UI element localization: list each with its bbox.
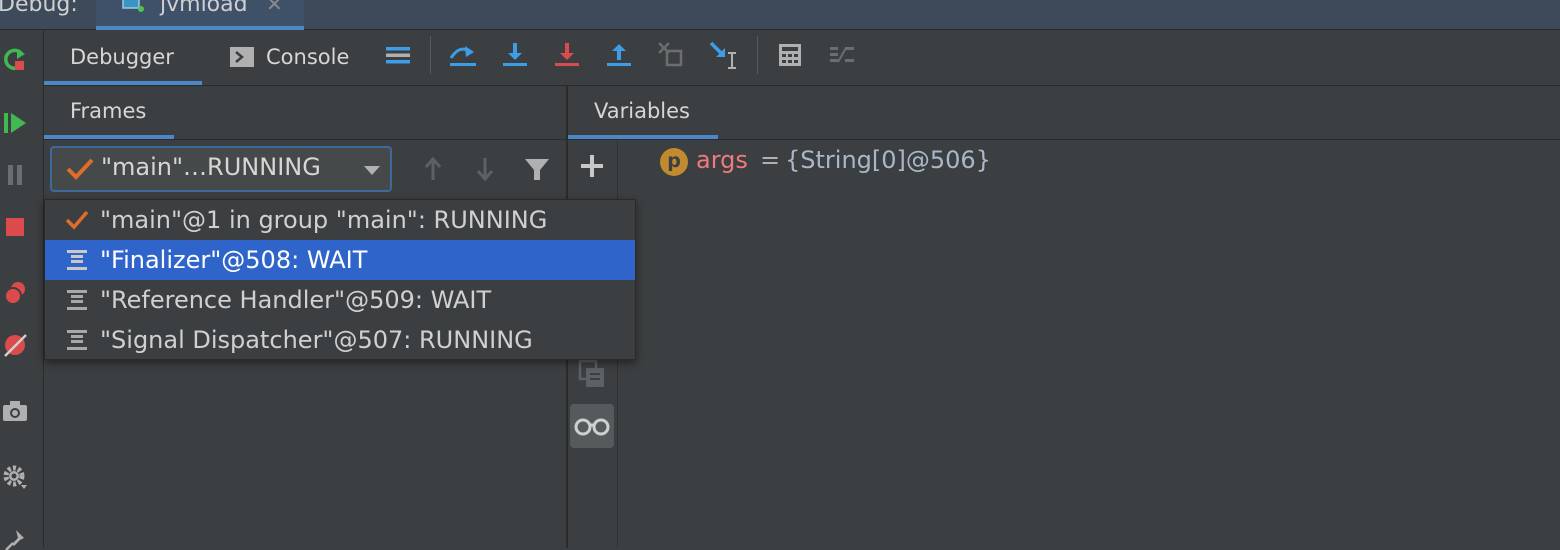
step-into-icon[interactable] <box>500 40 530 70</box>
debug-side-toolbar <box>0 30 43 550</box>
tab-console-label: Console <box>266 45 350 69</box>
thread-list-item-finalizer[interactable]: "Finalizer"@508: WAIT <box>45 240 635 280</box>
view-breakpoints-icon[interactable] <box>2 280 28 306</box>
chevron-down-icon <box>364 166 380 175</box>
check-icon <box>66 158 94 180</box>
step-over-icon[interactable] <box>448 40 478 70</box>
step-out-icon[interactable] <box>604 40 634 70</box>
check-icon <box>65 210 89 230</box>
thread-list-item-main[interactable]: "main"@1 in group "main": RUNNING <box>45 200 635 240</box>
glasses-icon <box>574 418 610 436</box>
run-config-tab-label: jvmload <box>160 0 248 17</box>
toolbar-separator <box>430 36 431 74</box>
tab-debugger-label: Debugger <box>70 45 174 69</box>
frames-tab-label: Frames <box>70 99 147 123</box>
thread-icon <box>67 290 87 310</box>
stop-icon[interactable] <box>2 214 28 240</box>
thread-list-item-signal-dispatcher[interactable]: "Signal Dispatcher"@507: RUNNING <box>45 320 635 360</box>
resume-icon[interactable] <box>2 110 28 136</box>
thread-label: "Signal Dispatcher"@507: RUNNING <box>100 326 533 354</box>
run-to-cursor-icon[interactable] <box>708 40 738 70</box>
thread-label: "main"@1 in group "main": RUNNING <box>100 206 548 234</box>
variables-header-border <box>568 139 1560 140</box>
mute-breakpoints-icon[interactable] <box>2 332 28 358</box>
thread-selector-value: "main"…RUNNING <box>101 153 321 181</box>
console-icon <box>230 47 254 67</box>
close-icon[interactable]: ✕ <box>266 0 283 16</box>
force-step-into-icon[interactable] <box>552 40 582 70</box>
parameter-badge-icon: p <box>660 148 688 176</box>
pin-icon[interactable] <box>2 524 28 550</box>
variable-value[interactable]: {String[0]@506} <box>785 146 991 174</box>
debug-title: Debug: <box>0 0 78 17</box>
application-icon <box>122 0 144 12</box>
thread-icon <box>67 250 87 270</box>
thread-label: "Reference Handler"@509: WAIT <box>100 286 492 314</box>
thread-icon <box>67 330 87 350</box>
settings-gear-icon[interactable] <box>2 464 28 490</box>
variable-name[interactable]: args <box>696 146 748 174</box>
pause-icon[interactable] <box>2 162 28 188</box>
thread-label: "Finalizer"@508: WAIT <box>100 246 368 274</box>
add-watch-plus-icon[interactable] <box>576 150 608 182</box>
evaluate-expression-icon[interactable] <box>775 40 805 70</box>
trace-current-stream-chain-icon[interactable] <box>827 40 857 70</box>
variables-tab-label[interactable]: Variables <box>594 99 690 123</box>
show-execution-point-icon[interactable] <box>383 40 413 70</box>
rerun-icon[interactable] <box>2 46 28 72</box>
variable-equals: = <box>760 146 781 174</box>
previous-frame-arrow-up-icon[interactable] <box>418 154 448 184</box>
camera-icon[interactable] <box>2 398 28 424</box>
copy-icon[interactable] <box>576 358 608 390</box>
drop-frame-icon[interactable] <box>656 40 686 70</box>
thread-list-item-reference-handler[interactable]: "Reference Handler"@509: WAIT <box>45 280 635 320</box>
tab-debugger-underline <box>44 81 202 85</box>
toolbar-separator <box>757 36 758 74</box>
frames-header-border <box>44 139 566 140</box>
next-frame-arrow-down-icon[interactable] <box>470 154 500 184</box>
filter-icon[interactable] <box>522 154 552 184</box>
